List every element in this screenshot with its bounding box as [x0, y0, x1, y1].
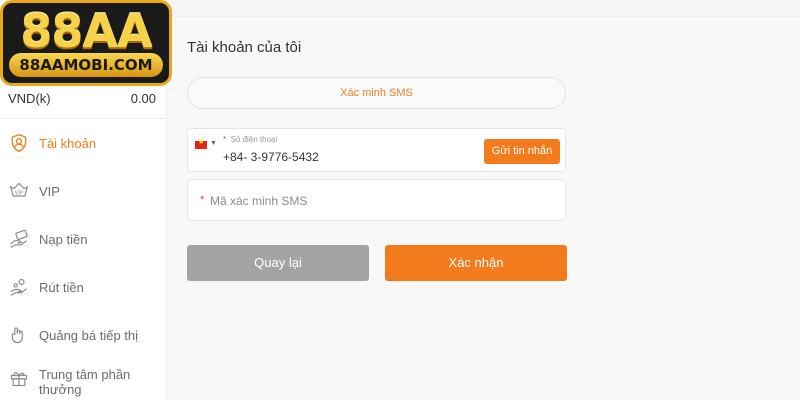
- vietnam-flag-icon[interactable]: [195, 138, 207, 149]
- page-title: Tài khoản của tôi: [187, 39, 302, 56]
- sidebar-item-label: Rút tiền: [39, 279, 84, 295]
- balance-amount: 0.00: [130, 91, 156, 106]
- sidebar-item-label: VIP: [39, 183, 60, 199]
- phone-label-text: Số điện thoại: [230, 135, 278, 144]
- balance-row: VND(k) 0.00: [8, 91, 156, 109]
- deposit-hand-icon: [8, 228, 30, 250]
- balance-currency: VND(k): [8, 91, 51, 106]
- gift-icon: [8, 367, 30, 389]
- sidebar-item-label: Trung tâm phần thưởng: [39, 367, 131, 397]
- withdraw-hand-icon: [8, 276, 30, 298]
- logo-brand-top: 88AA: [20, 4, 152, 58]
- sms-code-input[interactable]: [210, 188, 550, 214]
- send-sms-button[interactable]: Gửi tin nhắn: [484, 139, 560, 164]
- sidebar-item-label: Quảng bá tiếp thị: [39, 327, 139, 343]
- sidebar-item-label: Tài khoản: [39, 135, 97, 151]
- sidebar-item-account[interactable]: Tài khoản: [0, 119, 167, 167]
- sidebar-menu: Tài khoản VIP VIP Nạp tiền Rút tiền Quản…: [0, 118, 167, 400]
- phone-value: +84- 3-9776-5432: [223, 150, 319, 164]
- sidebar-item-vip[interactable]: VIP VIP: [0, 167, 167, 215]
- sidebar-item-withdraw[interactable]: Rút tiền: [0, 263, 167, 311]
- promotion-icon: [8, 324, 30, 346]
- sidebar-item-rewards[interactable]: Trung tâm phần thưởng: [0, 359, 167, 400]
- logo-brand-bottom: 88AAMOBI.COM: [9, 53, 163, 77]
- chevron-down-icon[interactable]: ▼: [210, 140, 217, 147]
- brand-logo[interactable]: 88AA 88AAMOBI.COM: [0, 0, 172, 86]
- sidebar-item-label: Nạp tiền: [39, 231, 88, 247]
- vip-badge-icon: VIP: [8, 180, 30, 202]
- svg-text:VIP: VIP: [15, 190, 23, 196]
- phone-field[interactable]: ▼ * Số điện thoại +84- 3-9776-5432 Gửi t…: [187, 128, 566, 172]
- tab-sms-verification[interactable]: Xác minh SMS: [187, 77, 566, 109]
- sidebar-item-deposit[interactable]: Nạp tiền: [0, 215, 167, 263]
- sms-code-field[interactable]: *: [187, 179, 566, 221]
- back-button[interactable]: Quay lại: [187, 245, 369, 281]
- user-shield-icon: [8, 132, 30, 154]
- sidebar-item-promotion[interactable]: Quảng bá tiếp thị: [0, 311, 167, 359]
- confirm-button[interactable]: Xác nhận: [385, 245, 567, 281]
- required-asterisk: *: [200, 194, 205, 206]
- phone-label: * Số điện thoại: [223, 135, 277, 144]
- required-asterisk: *: [223, 135, 227, 144]
